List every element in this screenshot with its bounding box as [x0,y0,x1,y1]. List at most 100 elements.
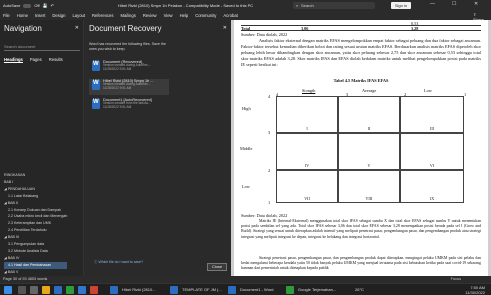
heading-item[interactable]: ◢ BAB IV [4,255,67,262]
edge-icon[interactable] [78,286,86,294]
clock[interactable]: 7:50 AM 11/30/2022 [465,285,485,295]
document-title: Hibel Rizki (2810) Smpn 1h Pelakon - Com… [118,3,254,8]
menu-community[interactable]: Community [195,13,216,18]
taskbar: Hibel Rizki (2810... TEMPLATE OF JM (...… [0,283,491,295]
close-button[interactable]: Close [207,263,227,271]
row-label: Low [242,184,250,189]
navigation-pane: Navigation ✕ Search document Headings Pa… [0,20,84,285]
heading-item[interactable]: 2.3 Keterampilan dan UMK [4,220,67,227]
heading-item[interactable]: ◢ BAB III [4,234,67,241]
heading-item[interactable]: 3.1 Pengumpulan data [4,241,67,248]
heading-item[interactable]: 2.2 Usaha mikro kecil dan Menengah [4,213,67,220]
focus-mode[interactable]: Focus [451,277,461,281]
menu-view[interactable]: View [164,13,173,18]
menu-design[interactable]: Design [52,13,65,18]
heading-item[interactable]: 1.1 Latar Belakang [4,193,67,200]
heading-item[interactable]: 2.4 Penelitian Terdahulu [4,227,67,234]
tab-headings[interactable]: Headings [4,57,23,63]
menu-file[interactable]: File [3,13,10,18]
table-cell: Total [241,26,251,31]
matrix-cell: VII [276,170,338,203]
file-date: 11/28/2022 9:51 AM [103,67,132,72]
weather[interactable]: 26°C [355,287,364,292]
heading-item[interactable]: ◢ BAB V [4,269,67,276]
recovered-file[interactable]: Document (Recovered) Version created dur… [89,60,169,76]
search-icon: ⌕ [296,3,299,8]
autosave-label: AutoSave [3,3,21,8]
matrix-cell: V [338,133,400,170]
taskbar-app[interactable]: Hibel Rizki (2810... [110,285,156,295]
navigation-tabs: Headings Pages Results [4,57,63,63]
start-icon[interactable] [4,286,12,294]
tab-pages[interactable]: Pages [30,57,42,63]
close-window-icon[interactable]: ✕ [474,1,478,7]
menu-insert[interactable]: Insert [35,13,45,18]
sign-in-button[interactable]: Sign in [391,2,411,9]
score-table: 0,53 Total 3,06 3,28 [241,20,481,31]
matrix-cell: IV [276,133,338,170]
app-icon[interactable] [90,286,98,294]
matrix-cell: VIII [338,170,400,203]
menu-home[interactable]: Home [17,13,28,18]
recovered-files-list: Document (Recovered) Version created dur… [89,60,169,117]
paragraph: Strategi penetrasi pasar, pengembangan p… [241,256,481,271]
ribbon-tabs: File Home Insert Design Layout Reference… [0,11,491,22]
menu-layout[interactable]: Layout [72,13,85,18]
menu-acrobat[interactable]: Acrobat [223,13,237,18]
close-navigation-icon[interactable]: ✕ [75,25,79,31]
paragraph: Matriks IE (Internal-Eksternal) mengguna… [241,219,481,239]
autosave-toggle[interactable] [23,3,32,8]
task-view-icon[interactable] [30,286,38,294]
word-document-icon [92,61,100,71]
document-page[interactable]: 0,53 Total 3,06 3,28 Sumber: Data diolah… [234,20,488,285]
navigation-title: Navigation [4,24,42,33]
save-icon[interactable]: 💾 [43,3,48,8]
tab-results[interactable]: Results [49,57,63,63]
page-word-count: Page 30 of 93 4853 words [3,277,48,281]
heading-item[interactable]: 2.1 Konsep Dukuan dan Dampak [4,207,67,214]
search-taskbar-icon[interactable] [18,286,26,294]
navigation-search-input[interactable]: Search document [4,44,80,51]
table-cell: 3,28 [411,26,419,31]
heading-item[interactable]: RINGKASAN [4,172,67,179]
col-label: Low [424,88,432,93]
heading-item[interactable]: ◢ PENDAHULUAN [4,186,67,193]
menu-references[interactable]: References [92,13,113,18]
row-label: Middle [240,146,253,151]
close-recovery-icon[interactable]: ✕ [223,25,227,31]
col-number: 1 [464,92,467,97]
row-number: 4 [268,94,271,99]
maximize-icon[interactable]: ☐ [452,1,456,7]
recovered-file[interactable]: Hibel Rizki (2810) Smpn 1h ... Version c… [89,79,169,95]
taskbar-app[interactable]: TEMPLATE OF JM (... [170,285,222,295]
minimize-icon[interactable]: — [430,1,435,7]
menu-mailings[interactable]: Mailings [120,13,135,18]
menu-review[interactable]: Review [143,13,157,18]
row-number: 3 [268,130,271,135]
taskbar-app[interactable]: Document1 - Word [228,285,274,295]
col-label: Stongth [302,88,316,93]
heading-item-selected[interactable]: 4.1 Hasil dan Pembahasan [4,261,68,269]
recovered-file[interactable]: Document1 [AutoRecovered] Version create… [89,98,169,114]
matrix-cell: III [400,96,464,133]
share-button[interactable]: ⇪ Share [473,12,488,22]
document-canvas[interactable]: 0,53 Total 3,06 3,28 Sumber: Data diolah… [231,20,491,285]
which-file-label: Which file do I want to save? [98,260,144,264]
chrome-icon[interactable] [66,286,74,294]
matrix-cell: I [276,96,338,133]
heading-item[interactable]: 3.2 Metode Analisis Data [4,248,67,255]
taskbar-app[interactable]: Google Terjemahan... [286,285,336,295]
heading-item[interactable]: ◢ BAB II [4,200,67,207]
autosave-state: Off [34,3,40,8]
recovery-title: Document Recovery [89,24,162,33]
figure-title: Tabel 4.5 Matriks IFAS EFAS [333,78,389,83]
clock-date: 11/30/2022 [465,290,485,295]
word-taskbar-icon[interactable] [54,286,62,294]
heading-item[interactable]: BAB I [4,179,67,186]
menu-help[interactable]: Help [180,13,189,18]
search-box[interactable]: ⌕ Search [293,2,375,9]
word-document-icon [92,80,100,90]
file-explorer-icon[interactable] [42,286,50,294]
which-file-link[interactable]: ⓘ Which file do I want to save? [94,260,143,265]
undo-icon[interactable]: ↶ [51,3,54,8]
